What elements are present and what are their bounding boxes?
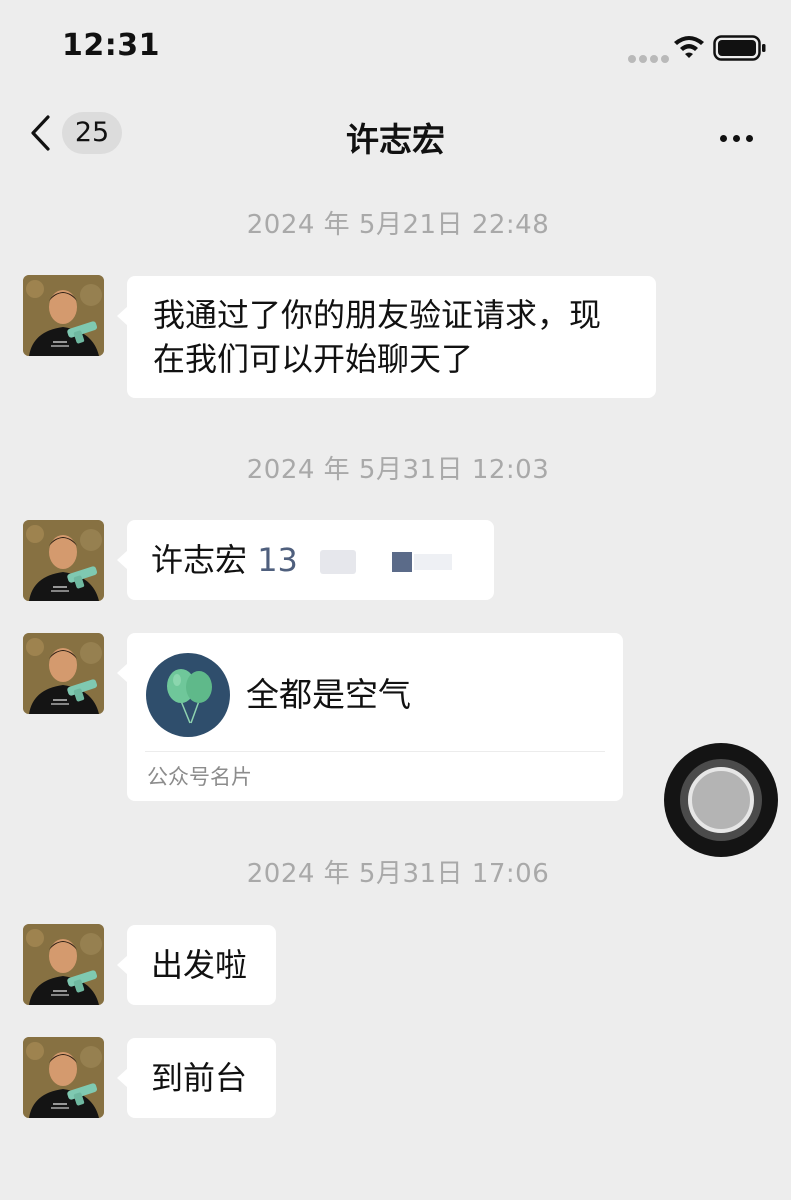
status-time: 12:31 bbox=[62, 28, 160, 63]
message-text: 到前台 bbox=[151, 1059, 248, 1097]
chat-title: 许志宏 bbox=[346, 120, 445, 159]
redacted-mark bbox=[319, 550, 356, 574]
contact-avatar[interactable] bbox=[23, 520, 104, 601]
card-type-label: 公众号名片 bbox=[147, 765, 252, 789]
official-account-card[interactable]: 全都是空气 公众号名片 bbox=[117, 633, 623, 801]
message-bubble[interactable]: 到前台 bbox=[117, 1038, 276, 1118]
redacted-mark bbox=[391, 552, 412, 572]
message-timestamp: 2024 年 5月31日 12:03 bbox=[246, 455, 550, 485]
balloons-icon bbox=[146, 653, 230, 737]
message-bubble[interactable]: 我通过了你的朋友验证请求，现 在我们可以开始聊天了 bbox=[117, 276, 656, 398]
battery-icon bbox=[713, 35, 766, 61]
message-text-line: 在我们可以开始聊天了 bbox=[153, 340, 474, 378]
message-timestamp: 2024 年 5月31日 17:06 bbox=[246, 859, 550, 889]
message-text-line: 我通过了你的朋友验证请求，现 bbox=[153, 296, 602, 334]
card-divider bbox=[145, 751, 605, 752]
more-dots-icon[interactable] bbox=[720, 127, 762, 142]
card-account-name: 全都是空气 bbox=[246, 675, 411, 714]
message-text: 出发啦 bbox=[151, 946, 248, 984]
contact-avatar[interactable] bbox=[23, 633, 104, 714]
assistive-touch-icon bbox=[680, 759, 762, 841]
status-bar: 12:31 bbox=[0, 0, 791, 95]
redacted-mark bbox=[413, 554, 452, 570]
contact-name-text: 许志宏 bbox=[151, 541, 248, 579]
wifi-icon bbox=[674, 36, 704, 58]
contact-avatar[interactable] bbox=[23, 1037, 104, 1118]
message-bubble[interactable]: 出发啦 bbox=[117, 925, 276, 1005]
message-timestamp: 2024 年 5月21日 22:48 bbox=[246, 210, 550, 240]
contact-avatar[interactable] bbox=[23, 275, 104, 356]
chat-nav-bar: 25 许志宏 bbox=[0, 95, 791, 175]
message-bubble[interactable]: 许志宏 13 bbox=[117, 520, 494, 600]
phone-number-link[interactable]: 13 bbox=[257, 541, 298, 579]
cellular-signal-icon bbox=[628, 48, 672, 67]
contact-avatar[interactable] bbox=[23, 924, 104, 1005]
assistive-touch-button[interactable] bbox=[664, 743, 778, 857]
